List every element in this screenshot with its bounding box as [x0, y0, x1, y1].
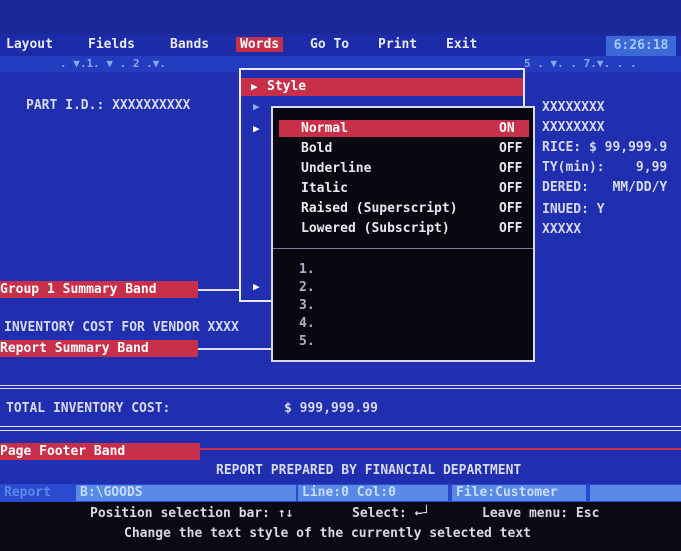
- status-position: Line:0 Col:0: [298, 485, 448, 501]
- style-option-label: Italic: [301, 181, 348, 196]
- divider-top-2: [0, 388, 681, 389]
- status-empty: [590, 485, 681, 501]
- dbase-report-screen: Layout Fields Bands Words Go To Print Ex…: [0, 0, 681, 551]
- submenu-arrow-icon: ▶: [251, 80, 258, 93]
- right-field-2: XXXXXXXX: [542, 120, 605, 135]
- menu-bar: Layout Fields Bands Words Go To Print Ex…: [0, 34, 681, 56]
- help-leave-hint: Leave menu: Esc: [482, 506, 600, 521]
- page-footer-band-label: Page Footer Band: [0, 444, 126, 459]
- divider-mid: [0, 426, 681, 427]
- style-option-state: OFF: [499, 221, 523, 236]
- status-bar: Report B:\GOODS Line:0 Col:0 File:Custom…: [0, 484, 681, 502]
- divider-top: [0, 385, 681, 386]
- menu-words[interactable]: Words: [236, 37, 284, 52]
- status-mode: Report: [4, 485, 51, 500]
- help-area: Position selection bar: ↑↓ Select: ←┘ Le…: [0, 502, 681, 551]
- words-menu-style-item[interactable]: ▶ Style: [241, 78, 523, 96]
- style-slot-1[interactable]: 1.: [299, 262, 315, 278]
- style-option-label: Raised (Superscript): [301, 201, 458, 216]
- style-option-state: OFF: [499, 201, 523, 216]
- right-field-3: RICE: $ 99,999.9: [542, 140, 668, 155]
- style-slot-4[interactable]: 4.: [299, 316, 315, 332]
- help-position-hint: Position selection bar: ↑↓: [90, 506, 294, 521]
- menu-exit[interactable]: Exit: [446, 37, 477, 52]
- report-summary-band-label: Report Summary Band: [0, 341, 149, 356]
- ruler-marks-left: . ▼.1. ▼ . 2 .▼.: [60, 57, 166, 70]
- style-option-state: ON: [499, 121, 515, 136]
- right-field-4: TY(min): 9,99: [542, 160, 668, 175]
- style-slot-3[interactable]: 3.: [299, 298, 315, 314]
- help-description: Change the text style of the currently s…: [124, 526, 531, 541]
- style-option-label: Lowered (Subscript): [301, 221, 450, 236]
- ruler-marks-right: 5 . ▼. . 7.▼. . .: [524, 57, 637, 70]
- status-path: B:\GOODS: [76, 485, 296, 501]
- style-option-label: Normal: [301, 121, 348, 136]
- submenu-arrow-icon-3: ▶: [253, 122, 260, 135]
- style-option-lowered[interactable]: Lowered (Subscript) OFF: [279, 220, 529, 237]
- total-inventory-value: $ 999,999.99: [284, 401, 378, 416]
- menu-layout[interactable]: Layout: [6, 37, 53, 52]
- right-field-5: DERED: MM/DD/Y: [542, 180, 668, 195]
- divider-mid-2: [0, 430, 681, 431]
- style-slot-5[interactable]: 5.: [299, 334, 315, 350]
- right-field-7: XXXXX: [542, 222, 582, 237]
- page-footer-band[interactable]: Page Footer Band: [0, 443, 200, 460]
- menu-goto[interactable]: Go To: [310, 37, 349, 52]
- menu-fields[interactable]: Fields: [88, 37, 135, 52]
- group-summary-band-label: Group 1 Summary Band: [0, 282, 157, 297]
- style-option-label: Bold: [301, 141, 333, 156]
- total-inventory-label: TOTAL INVENTORY COST:: [6, 401, 171, 416]
- submenu-arrow-icon-2: ▶: [253, 100, 260, 113]
- style-option-label: Underline: [301, 161, 372, 176]
- report-band-line: [198, 348, 274, 350]
- style-option-bold[interactable]: Bold OFF: [279, 140, 529, 157]
- style-option-normal[interactable]: Normal ON: [279, 120, 529, 137]
- style-submenu: Normal ON Bold OFF Underline OFF Italic …: [271, 106, 535, 362]
- group-summary-band[interactable]: Group 1 Summary Band: [0, 281, 198, 298]
- clock: 6:26:18: [606, 36, 676, 56]
- right-field-6: INUED: Y: [542, 202, 605, 217]
- menu-bands[interactable]: Bands: [170, 37, 209, 52]
- help-select-hint: Select: ←┘: [352, 506, 431, 521]
- footer-text: REPORT PREPARED BY FINANCIAL DEPARTMENT: [216, 463, 522, 478]
- report-summary-band[interactable]: Report Summary Band: [0, 340, 198, 357]
- page-footer-band-line: [200, 448, 681, 450]
- style-option-state: OFF: [499, 141, 523, 156]
- top-strip: [0, 0, 681, 34]
- part-id-field: PART I.D.: XXXXXXXXXX: [26, 98, 191, 113]
- submenu-divider: [273, 248, 533, 249]
- right-field-1: XXXXXXXX: [542, 100, 605, 115]
- style-option-raised[interactable]: Raised (Superscript) OFF: [279, 200, 529, 217]
- submenu-arrow-icon-4: ▶: [253, 280, 260, 293]
- style-option-italic[interactable]: Italic OFF: [279, 180, 529, 197]
- status-file: File:Customer: [452, 485, 586, 501]
- style-option-state: OFF: [499, 161, 523, 176]
- style-option-state: OFF: [499, 181, 523, 196]
- menu-print[interactable]: Print: [378, 37, 417, 52]
- inventory-cost-line: INVENTORY COST FOR VENDOR XXXX: [4, 320, 239, 335]
- style-option-underline[interactable]: Underline OFF: [279, 160, 529, 177]
- words-menu-style-label: Style: [267, 79, 307, 94]
- style-slot-2[interactable]: 2.: [299, 280, 315, 296]
